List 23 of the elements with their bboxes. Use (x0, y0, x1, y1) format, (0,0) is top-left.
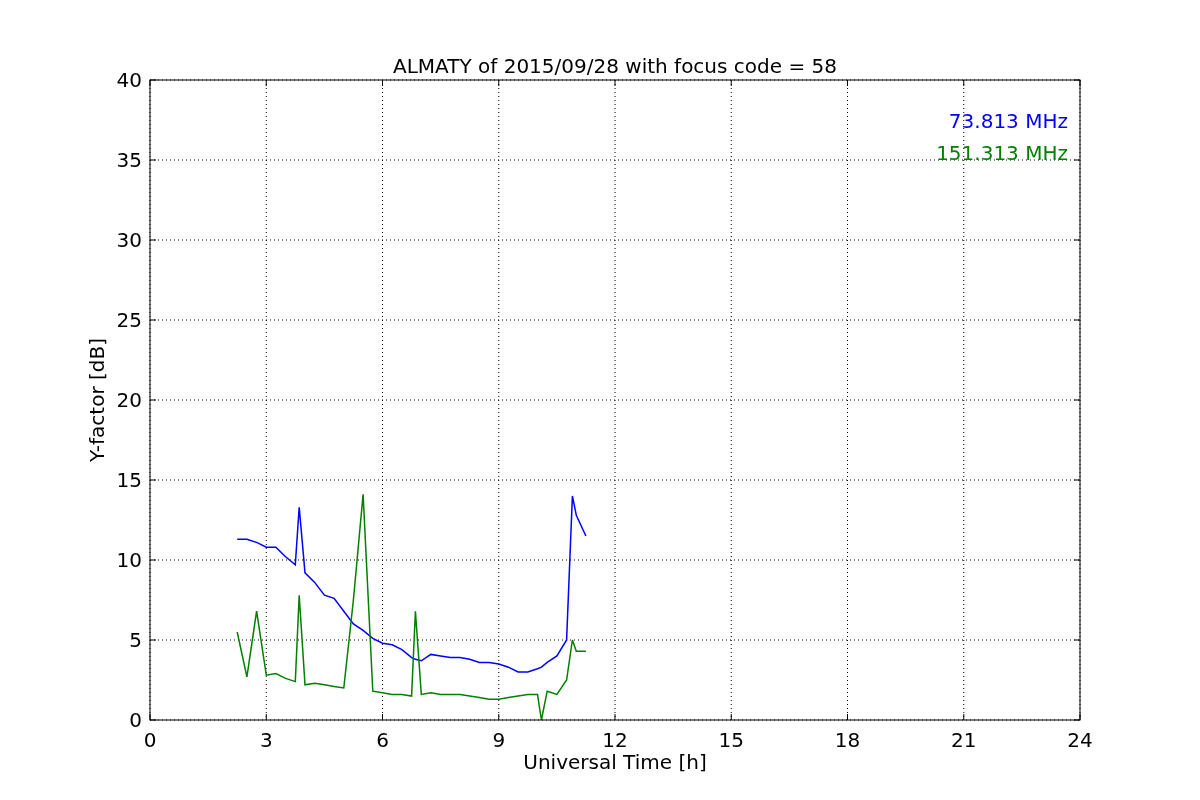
tick-label: 25 (116, 308, 142, 332)
axis-label: Universal Time [h] (523, 750, 707, 774)
tick-label: 5 (129, 628, 142, 652)
tick-label: 6 (376, 728, 389, 752)
axis-label: Y-factor [dB] (85, 338, 109, 462)
tick-label: 20 (116, 388, 142, 412)
legend-label: 73.813 MHz (948, 109, 1068, 133)
tick-label: 21 (951, 728, 977, 752)
tick-label: 9 (492, 728, 506, 752)
tick-label: 0 (143, 728, 157, 752)
legend-label: 151.313 MHz (936, 141, 1068, 165)
tick-label: 40 (116, 68, 142, 92)
chart-title: ALMATY of 2015/09/28 with focus code = 58 (393, 54, 837, 78)
tick-label: 0 (129, 708, 142, 732)
tick-label: 35 (116, 148, 142, 172)
tick-label: 3 (259, 728, 273, 752)
tick-label: 24 (1067, 728, 1093, 752)
tick-label: 15 (116, 468, 142, 492)
tick-label: 30 (116, 228, 142, 252)
tick-label: 10 (116, 548, 142, 572)
tick-label: 18 (834, 728, 861, 752)
tick-label: 12 (602, 728, 628, 752)
tick-label: 15 (718, 728, 744, 752)
